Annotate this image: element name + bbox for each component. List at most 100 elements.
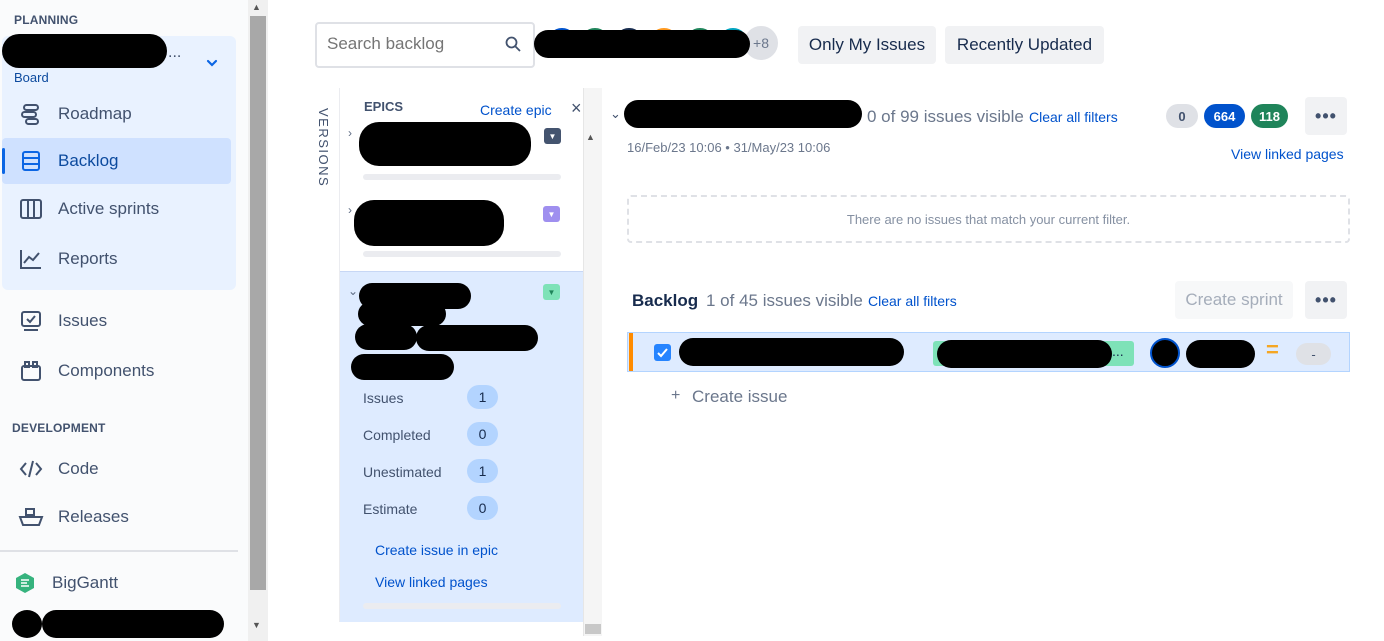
epics-panel: EPICS Create epic × › ▼ › ▼ ⌄ ▼ Issues 1… [339, 88, 583, 622]
sidebar-scrollbar-thumb[interactable] [250, 16, 266, 590]
sidebar-item-code[interactable]: Code [2, 446, 231, 492]
view-linked-pages-link[interactable]: View linked pages [375, 574, 488, 590]
sidebar-item-biggantt[interactable]: BigGantt [0, 560, 229, 606]
project-switcher-chevron-icon[interactable] [205, 56, 219, 70]
redacted-assignee [1186, 340, 1255, 368]
backlog-title: Backlog [632, 291, 699, 310]
code-icon [16, 458, 46, 480]
todo-count-badge: 0 [1166, 104, 1198, 128]
search-icon [505, 36, 521, 57]
redacted-epic-label [937, 340, 1112, 368]
epic-stat-value: 0 [467, 422, 498, 446]
search-input[interactable] [325, 24, 495, 64]
priority-medium-icon: = [1266, 337, 1279, 362]
sidebar-item-label: Code [58, 459, 99, 478]
sidebar-item-active-sprints[interactable]: Active sprints [2, 186, 231, 232]
epics-scrollbar[interactable] [583, 88, 602, 636]
create-epic-link[interactable]: Create epic [480, 102, 552, 118]
project-more: ... [168, 44, 182, 61]
development-section-title: DEVELOPMENT [12, 421, 106, 435]
redacted-epic-name [416, 325, 538, 351]
redacted-user-name [42, 610, 224, 638]
redacted-avatars [534, 30, 750, 58]
chevron-right-icon[interactable]: › [348, 203, 352, 217]
sidebar-item-issues[interactable]: Issues [2, 298, 231, 344]
sprint-issues-visible: 0 of 99 issues visible [867, 107, 1024, 126]
sidebar-item-reports[interactable]: Reports [2, 236, 231, 282]
sidebar: PLANNING ... Board Roadmap Backlog Activ… [0, 0, 248, 641]
epic-stat-value: 1 [467, 385, 498, 409]
sidebar-item-label: Backlog [58, 151, 119, 170]
estimate-badge: - [1296, 343, 1331, 365]
chevron-right-icon[interactable]: › [348, 126, 352, 140]
releases-icon [16, 506, 46, 528]
redacted-epic-name [351, 354, 454, 380]
backlog-more-actions-button[interactable]: ••• [1305, 281, 1347, 319]
sidebar-item-label: Issues [58, 311, 108, 330]
sidebar-item-label: BigGantt [52, 573, 119, 592]
biggantt-icon [10, 572, 40, 594]
sidebar-item-releases[interactable]: Releases [2, 494, 231, 540]
roadmap-icon [16, 103, 46, 125]
epic-stat-label: Unestimated [363, 464, 442, 480]
create-issue-in-epic-link[interactable]: Create issue in epic [375, 542, 498, 558]
sidebar-item-label: Reports [58, 249, 118, 268]
redacted-epic-name [358, 302, 446, 326]
empty-filter-message: There are no issues that match your curr… [627, 195, 1350, 243]
epic-progress-bar [363, 603, 561, 609]
assignee-avatar[interactable] [1150, 338, 1180, 368]
redacted-project-name [2, 34, 167, 68]
backlog-clear-filters-link[interactable]: Clear all filters [868, 293, 957, 309]
chevron-down-icon[interactable]: ⌄ [348, 284, 358, 298]
sidebar-item-label: Roadmap [58, 104, 132, 123]
recently-updated-filter[interactable]: Recently Updated [945, 26, 1104, 64]
reports-icon [16, 248, 46, 270]
epics-panel-title: EPICS [364, 99, 404, 114]
sidebar-divider [0, 550, 238, 552]
epic-stat-label: Issues [363, 390, 404, 406]
close-epics-panel-icon[interactable]: × [571, 98, 582, 119]
scroll-up-arrow-icon[interactable]: ▲ [252, 2, 261, 12]
sidebar-item-label: Components [58, 361, 155, 380]
redacted-sprint-name [624, 100, 862, 128]
redacted-epic-name [355, 324, 417, 350]
sprint-more-actions-button[interactable]: ••• [1305, 97, 1347, 135]
create-issue-plus-icon[interactable]: + [671, 387, 680, 405]
epic-menu-chevron-icon[interactable]: ▼ [543, 284, 560, 300]
sprint-view-linked-pages-link[interactable]: View linked pages [1231, 146, 1344, 162]
sprint-dates: 16/Feb/23 10:06 • 31/May/23 10:06 [627, 140, 831, 155]
issue-flag-bar [629, 333, 633, 371]
redacted-issue-summary [679, 338, 904, 366]
only-my-issues-filter[interactable]: Only My Issues [798, 26, 936, 64]
in-progress-count-badge: 664 [1204, 104, 1245, 128]
epic-menu-chevron-icon[interactable]: ▼ [544, 128, 561, 144]
sidebar-item-label: Active sprints [58, 199, 160, 218]
sidebar-item-backlog[interactable]: Backlog [2, 138, 231, 184]
backlog-icon [16, 150, 46, 172]
sidebar-item-roadmap[interactable]: Roadmap [2, 91, 231, 137]
epic-menu-chevron-icon[interactable]: ▼ [543, 206, 560, 222]
epics-scroll-up-arrow-icon[interactable]: ▲ [586, 132, 595, 142]
done-count-badge: 118 [1251, 104, 1288, 128]
create-issue-button[interactable]: Create issue [692, 387, 787, 407]
search-box[interactable] [315, 22, 535, 68]
project-type-label: Board [14, 70, 49, 85]
redacted-epic-name [359, 122, 531, 166]
scroll-down-arrow-icon[interactable]: ▼ [252, 620, 261, 630]
sidebar-item-components[interactable]: Components [2, 348, 231, 394]
epic-lozenge-more: ... [1112, 343, 1124, 359]
sprint-collapse-chevron-icon[interactable]: ⌄ [610, 106, 621, 122]
epic-stat-value: 0 [467, 496, 498, 520]
epics-scrollbar-thumb[interactable] [585, 624, 601, 634]
issues-icon [16, 310, 46, 332]
epic-stat-value: 1 [467, 459, 498, 483]
epic-stat-label: Estimate [363, 501, 418, 517]
active-sprints-icon [16, 198, 46, 220]
redacted-user-avatar [12, 610, 42, 638]
epic-progress-bar [363, 251, 561, 257]
versions-tab[interactable]: VERSIONS [313, 108, 337, 188]
sidebar-item-label: Releases [58, 507, 129, 526]
create-sprint-button[interactable]: Create sprint [1175, 281, 1293, 319]
components-icon [16, 360, 46, 382]
sprint-clear-filters-link[interactable]: Clear all filters [1029, 109, 1118, 125]
